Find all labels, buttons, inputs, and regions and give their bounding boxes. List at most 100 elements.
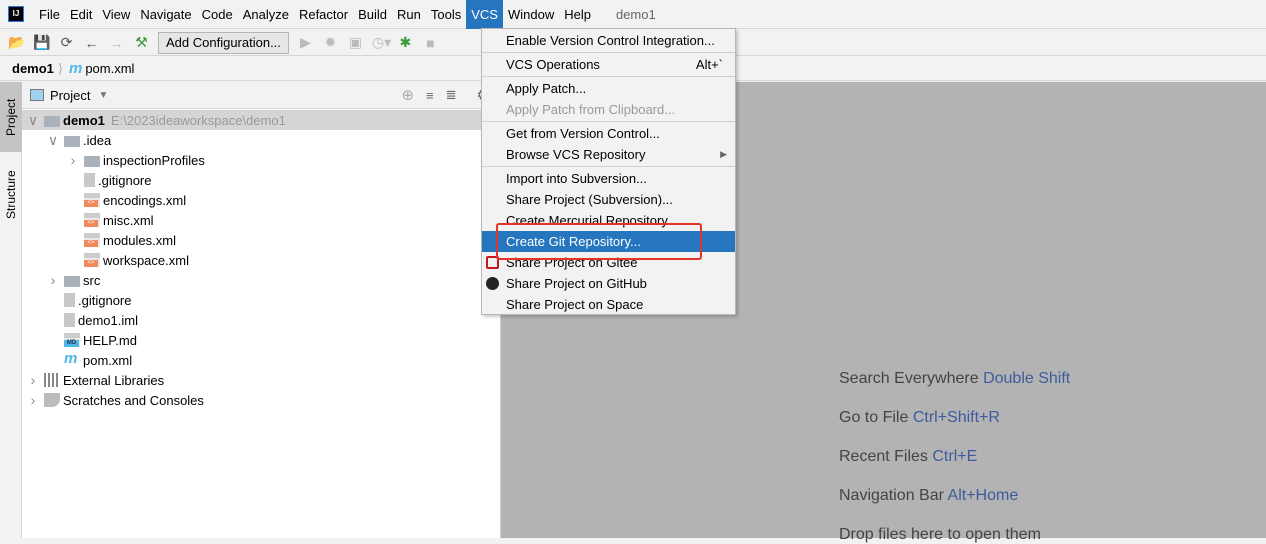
attach-debugger-icon[interactable]: ✱ <box>397 34 414 51</box>
tree-item[interactable]: misc.xml <box>22 210 500 230</box>
chevron-right-icon[interactable]: › <box>66 152 80 168</box>
tree-item-label: encodings.xml <box>103 192 187 208</box>
chevron-down-icon[interactable]: ▼ <box>98 90 108 101</box>
xml-file-icon <box>84 213 100 227</box>
maven-file-icon: m <box>64 350 78 367</box>
tree-item[interactable]: HELP.md <box>22 330 500 350</box>
locate-icon[interactable]: ⊕ <box>401 86 414 104</box>
coverage-icon[interactable]: ▣ <box>347 34 364 51</box>
menu-item-browse-vcs-repository[interactable]: Browse VCS Repository ▶ <box>482 144 735 165</box>
xml-file-icon <box>84 253 100 267</box>
menu-file[interactable]: File <box>34 0 65 29</box>
menu-item-import-into-subversion[interactable]: Import into Subversion... <box>482 168 735 189</box>
menu-view[interactable]: View <box>97 0 135 29</box>
menu-item-label: VCS Operations <box>506 57 600 72</box>
folder-icon <box>64 135 80 147</box>
chevron-down-icon[interactable]: ∨ <box>26 112 40 129</box>
submenu-arrow-icon: ▶ <box>720 149 727 159</box>
tree-item[interactable]: .gitignore <box>22 170 500 190</box>
forward-icon[interactable]: → <box>108 35 125 51</box>
menu-item-share-project-on-space[interactable]: Share Project on Space <box>482 294 735 315</box>
menu-analyze[interactable]: Analyze <box>238 0 294 29</box>
menu-separator <box>482 76 735 77</box>
menu-separator <box>482 121 735 122</box>
vcs-dropdown-menu: Enable Version Control Integration... VCS… <box>481 28 736 315</box>
breadcrumb-project[interactable]: demo1 <box>12 61 54 76</box>
chevron-down-icon[interactable]: ∨ <box>46 132 60 149</box>
chevron-right-icon[interactable]: › <box>26 372 40 388</box>
github-icon <box>486 277 499 290</box>
ignore-file-icon <box>84 173 95 187</box>
tree-item[interactable]: encodings.xml <box>22 190 500 210</box>
debug-icon[interactable]: ✹ <box>322 34 339 51</box>
tree-item[interactable]: workspace.xml <box>22 250 500 270</box>
maven-icon: m <box>68 60 83 77</box>
breadcrumb-separator: ⟩ <box>57 60 63 76</box>
menu-help[interactable]: Help <box>559 0 596 29</box>
iml-file-icon <box>64 313 75 327</box>
save-icon[interactable]: 💾 <box>33 34 50 51</box>
menu-code[interactable]: Code <box>197 0 238 29</box>
ignore-file-icon <box>64 293 75 307</box>
menu-item-label: Get from Version Control... <box>506 126 660 141</box>
xml-file-icon <box>84 193 100 207</box>
menu-item-vcs-operations[interactable]: VCS Operations Alt+` <box>482 54 735 75</box>
libraries-icon <box>44 373 60 387</box>
menu-item-label: Apply Patch... <box>506 81 587 96</box>
tree-item[interactable]: › src <box>22 270 500 290</box>
tree-item[interactable]: demo1.iml <box>22 310 500 330</box>
sync-icon[interactable]: ⟳ <box>58 34 75 51</box>
profile-icon[interactable]: ◷▾ <box>372 34 391 51</box>
stop-icon[interactable]: ■ <box>422 35 439 51</box>
chevron-right-icon[interactable]: › <box>46 272 60 288</box>
tree-item[interactable]: .gitignore <box>22 290 500 310</box>
tree-item[interactable]: ∨ .idea <box>22 130 500 150</box>
add-configuration-button[interactable]: Add Configuration... <box>158 31 289 54</box>
tree-item[interactable]: ∨ demo1 E:\2023ideaworkspace\demo1 <box>22 110 500 130</box>
annotation-highlight-box <box>496 223 702 260</box>
menu-window[interactable]: Window <box>503 0 559 29</box>
menu-item-label: Share Project on Space <box>506 297 644 312</box>
menu-separator <box>482 52 735 53</box>
tree-item[interactable]: › External Libraries <box>22 370 500 390</box>
menu-item-share-project-subversion[interactable]: Share Project (Subversion)... <box>482 189 735 210</box>
open-folder-icon[interactable]: 📂 <box>8 34 25 51</box>
menu-build[interactable]: Build <box>353 0 392 29</box>
editor-hint: Go to File Ctrl+Shift+R <box>839 409 1000 427</box>
tree-item[interactable]: › Scratches and Consoles <box>22 390 500 410</box>
menu-vcs[interactable]: VCS <box>466 0 503 29</box>
back-icon[interactable]: ← <box>83 35 100 51</box>
project-view-selector[interactable]: Project <box>50 88 90 103</box>
tree-item-label: Scratches and Consoles <box>63 392 204 408</box>
hint-text: Search Everywhere <box>839 370 979 387</box>
menu-edit[interactable]: Edit <box>65 0 97 29</box>
collapse-all-icon[interactable]: ≣ <box>446 87 457 103</box>
menu-run[interactable]: Run <box>392 0 426 29</box>
tree-item[interactable]: modules.xml <box>22 230 500 250</box>
tree-item-label: misc.xml <box>103 212 154 228</box>
structure-tool-tab[interactable]: Structure <box>0 160 22 230</box>
breadcrumb-file[interactable]: pom.xml <box>85 61 134 76</box>
menu-item-enable-version-control-integration[interactable]: Enable Version Control Integration... <box>482 30 735 51</box>
tool-window-stripe: Project Structure <box>0 82 22 538</box>
tree-item-label: .gitignore <box>98 172 152 188</box>
menu-item-apply-patch-from-clipboard[interactable]: Apply Patch from Clipboard... <box>482 99 735 120</box>
project-tool-tab[interactable]: Project <box>0 82 22 152</box>
tree-item[interactable]: › inspectionProfiles <box>22 150 500 170</box>
menu-item-apply-patch[interactable]: Apply Patch... <box>482 78 735 99</box>
menu-tools[interactable]: Tools <box>426 0 466 29</box>
menu-refactor[interactable]: Refactor <box>294 0 353 29</box>
hint-shortcut: Ctrl+Shift+R <box>912 409 1000 426</box>
tree-item-label: src <box>83 272 101 288</box>
build-hammer-icon[interactable]: ⚒ <box>133 34 150 51</box>
menu-item-get-from-version-control[interactable]: Get from Version Control... <box>482 123 735 144</box>
editor-hint: Search Everywhere Double Shift <box>839 370 1070 388</box>
expand-all-icon[interactable]: ≡ <box>426 88 434 103</box>
menu-navigate[interactable]: Navigate <box>135 0 196 29</box>
menu-item-share-project-on-github[interactable]: Share Project on GitHub <box>482 273 735 294</box>
menu-item-label: Enable Version Control Integration... <box>506 33 715 48</box>
tree-item[interactable]: m pom.xml <box>22 350 500 370</box>
scratches-icon <box>44 393 60 407</box>
chevron-right-icon[interactable]: › <box>26 392 40 408</box>
run-icon[interactable]: ▶ <box>297 34 314 51</box>
